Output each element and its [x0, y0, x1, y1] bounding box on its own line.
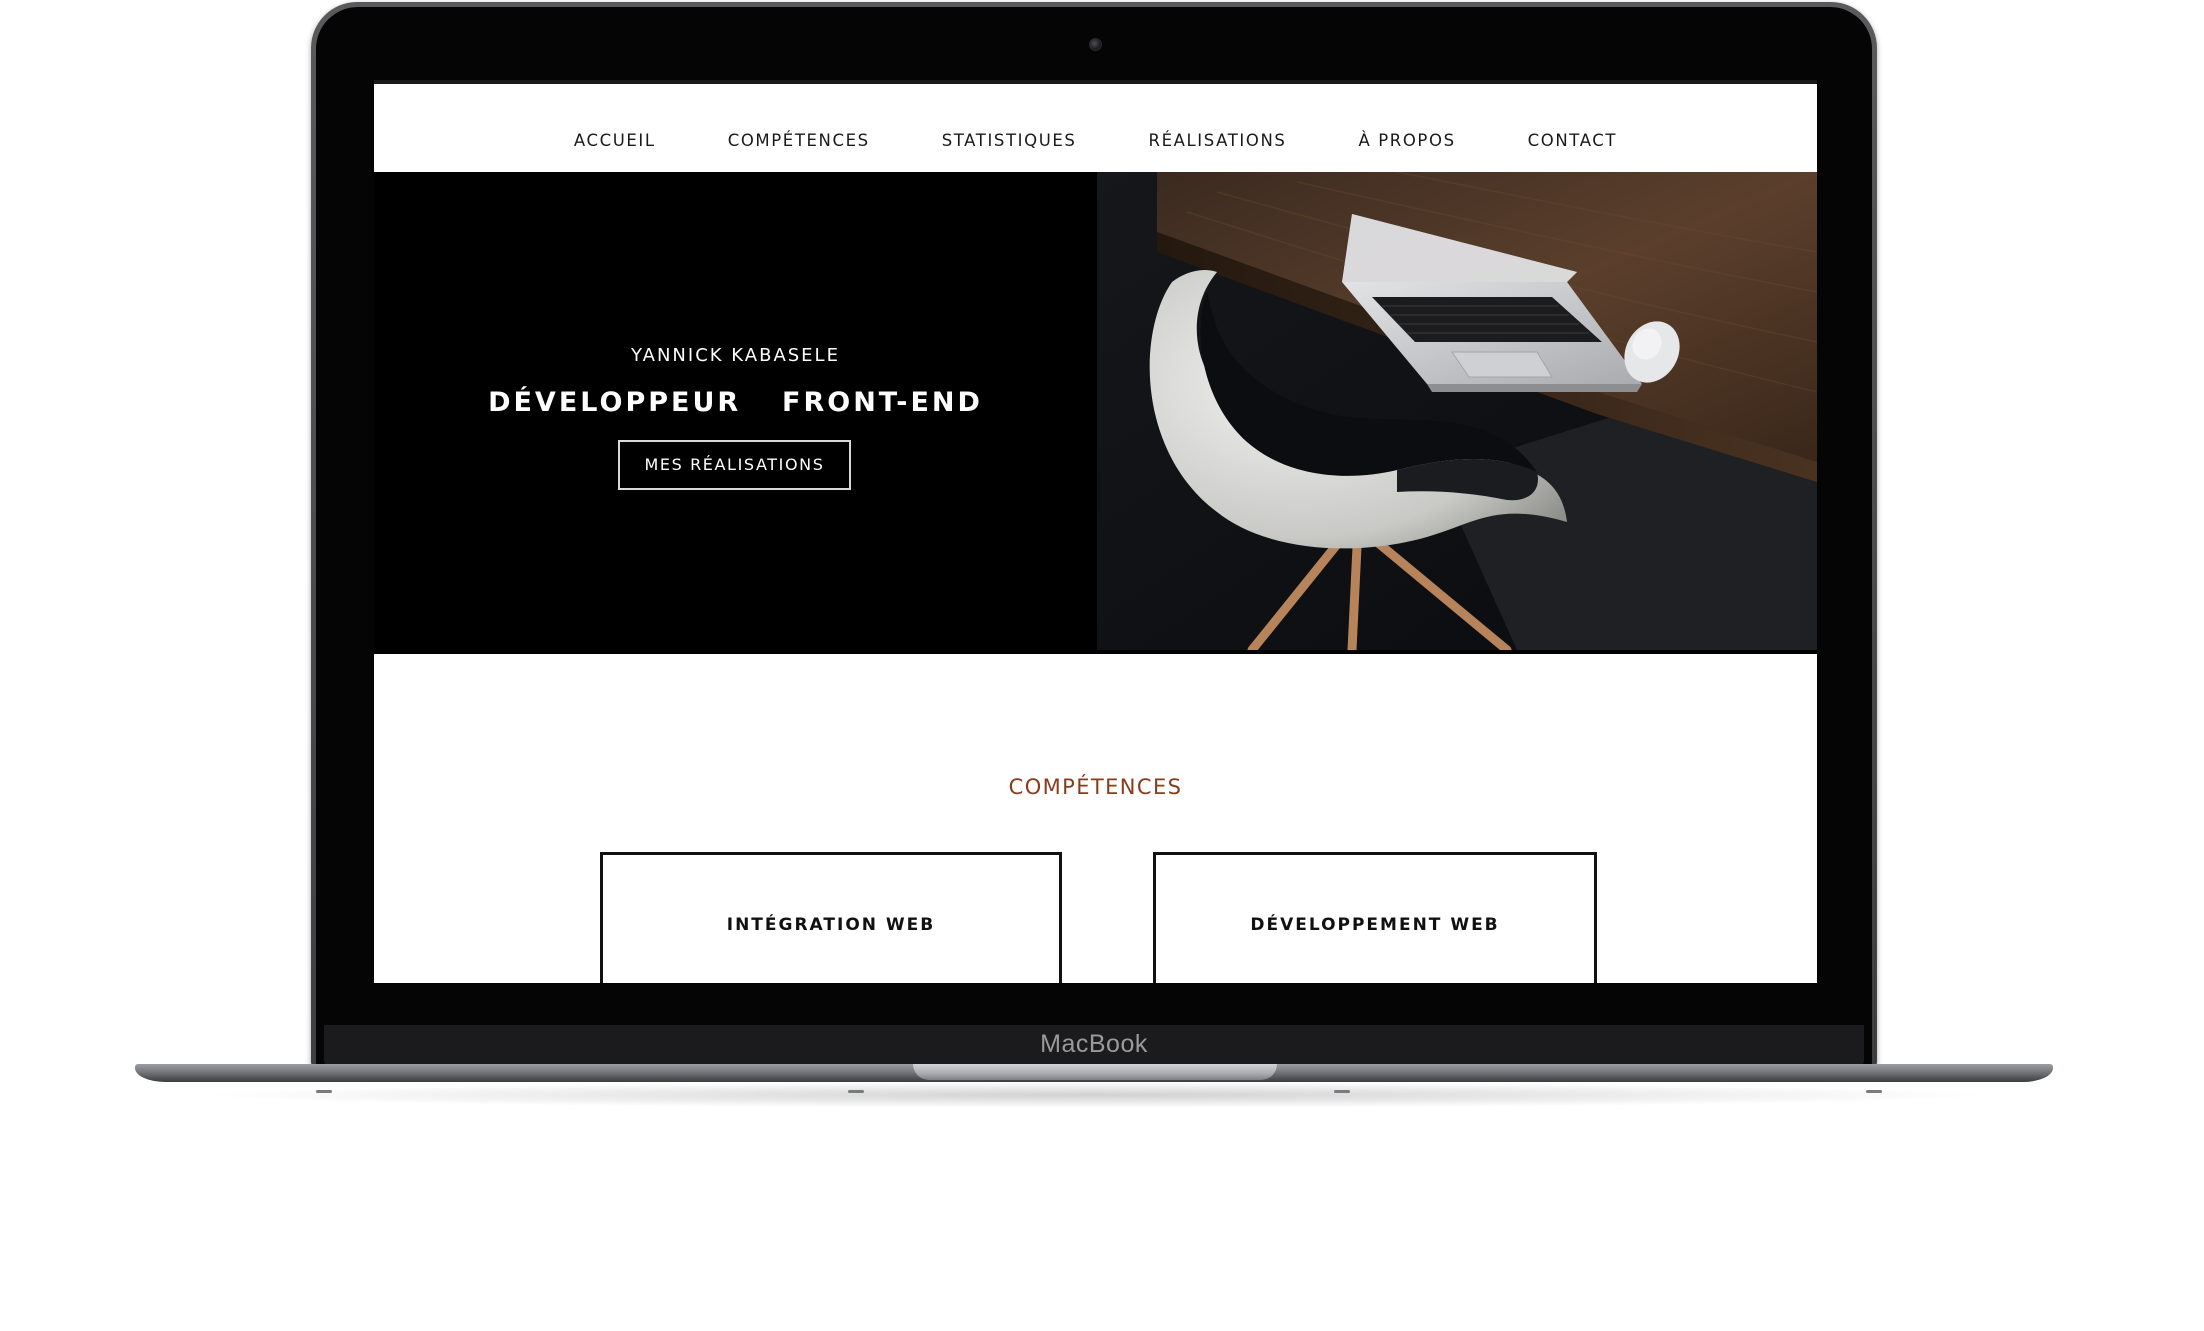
card-title: DÉVELOPPEMENT WEB [1250, 915, 1500, 935]
nav-item-statistiques[interactable]: STATISTIQUES [906, 130, 1113, 152]
laptop-hinge-notch [913, 1064, 1277, 1080]
top-navigation: ACCUEIL COMPÉTENCES STATISTIQUES RÉALISA… [374, 80, 1817, 172]
nav-item-a-propos[interactable]: À PROPOS [1323, 130, 1492, 152]
laptop-foot [316, 1090, 332, 1093]
camera-icon [1089, 38, 1102, 51]
hero-title: DÉVELOPPEUR FRONT-END [488, 387, 983, 418]
competences-section-title: COMPÉTENCES [1008, 775, 1183, 799]
nav-item-accueil[interactable]: ACCUEIL [538, 130, 692, 152]
macbook-label: MacBook [1040, 1030, 1148, 1058]
hero-text-panel: YANNICK KABASELE DÉVELOPPEUR FRONT-END M… [374, 172, 1097, 654]
laptop-mockup: MacBook ACCUEIL COMPÉTENCES STATISTIQUES… [0, 0, 2204, 1331]
nav-item-contact[interactable]: CONTACT [1492, 130, 1653, 152]
desk-laptop-chair-photo [1097, 172, 1817, 650]
hero-photo-illustration [1097, 172, 1817, 650]
website-viewport: ACCUEIL COMPÉTENCES STATISTIQUES RÉALISA… [374, 80, 1817, 983]
laptop-shadow [190, 1082, 2000, 1108]
hero-section: YANNICK KABASELE DÉVELOPPEUR FRONT-END M… [374, 172, 1817, 654]
card-title: INTÉGRATION WEB [726, 915, 936, 935]
hero-name: YANNICK KABASELE [631, 345, 840, 366]
card-integration-web: INTÉGRATION WEB [600, 852, 1062, 983]
nav-item-competences[interactable]: COMPÉTENCES [692, 130, 906, 152]
laptop-foot [848, 1090, 864, 1093]
laptop-foot [1866, 1090, 1882, 1093]
mes-realisations-button[interactable]: MES RÉALISATIONS [618, 440, 851, 490]
card-developpement-web: DÉVELOPPEMENT WEB [1153, 852, 1597, 983]
nav-item-realisations[interactable]: RÉALISATIONS [1113, 130, 1323, 152]
nav-list: ACCUEIL COMPÉTENCES STATISTIQUES RÉALISA… [374, 130, 1817, 152]
laptop-foot [1334, 1090, 1350, 1093]
